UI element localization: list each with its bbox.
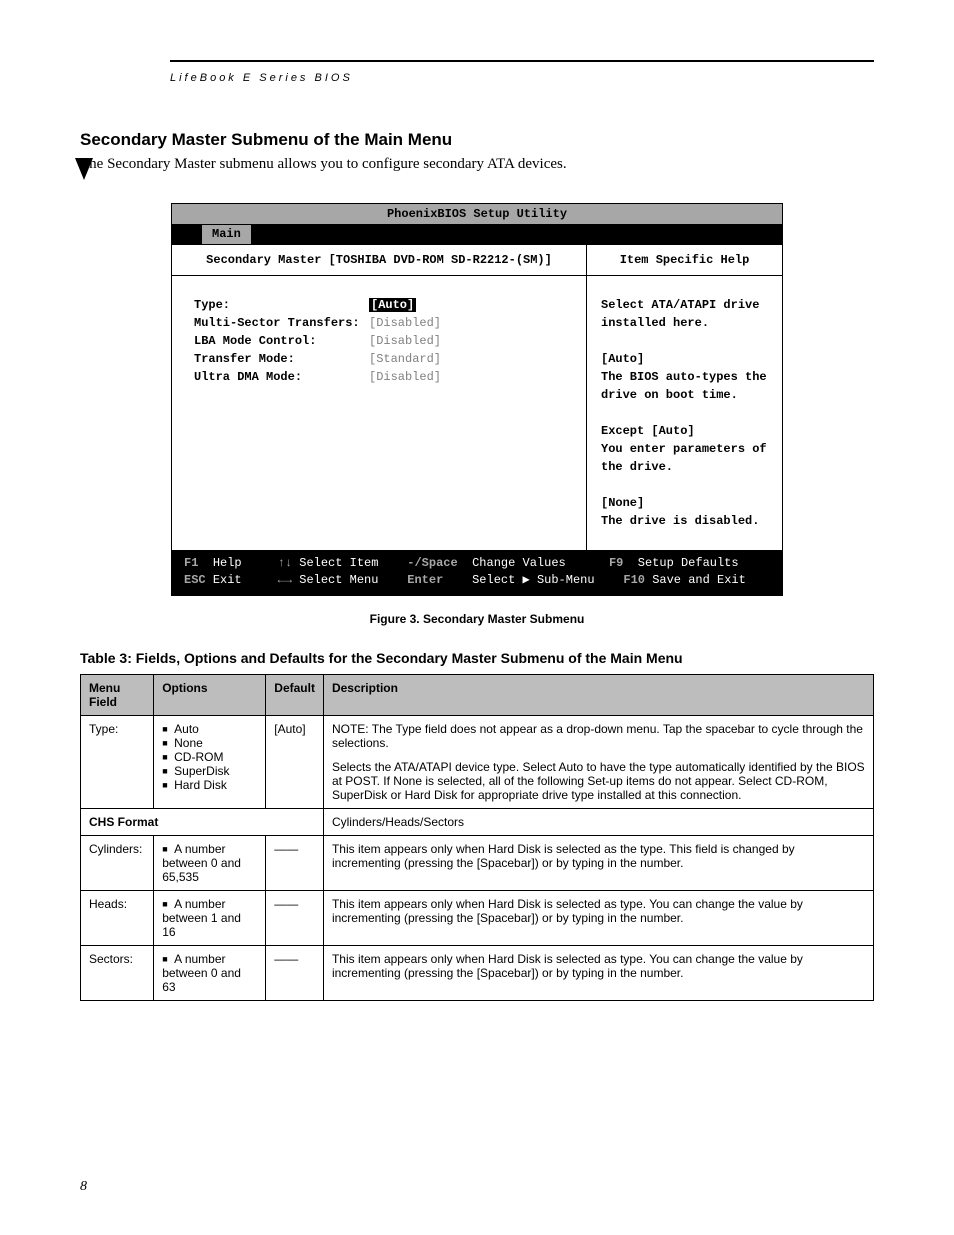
figure-caption: Figure 3. Secondary Master Submenu: [80, 612, 874, 626]
intro-paragraph: The Secondary Master submenu allows you …: [80, 156, 874, 173]
bios-screenshot: PhoenixBIOS Setup Utility Main Secondary…: [171, 203, 783, 596]
table-options-cell: A number between 1 and 16: [154, 890, 266, 945]
bios-field-label: Type:: [194, 296, 369, 314]
table-header-cell: Options: [154, 674, 266, 715]
running-header: LifeBook E Series BIOS: [170, 60, 874, 90]
table-options-cell: A number between 0 and 65,535: [154, 835, 266, 890]
bios-help-line: The drive is disabled.: [601, 512, 768, 530]
bios-help-line: [601, 476, 768, 494]
table-option-item: Auto: [162, 722, 257, 736]
bios-footer-line2: ESC Exit ←→ Select Menu Enter Select ▶ S…: [184, 572, 770, 589]
options-table: Menu FieldOptionsDefaultDescription Type…: [80, 674, 874, 1001]
bios-field-label: Multi-Sector Transfers:: [194, 314, 369, 332]
bios-help-line: Select ATA/ATAPI drive: [601, 296, 768, 314]
table-option-item: A number between 1 and 16: [162, 897, 257, 939]
table-row: Heads:A number between 1 and 16——This it…: [81, 890, 874, 945]
bios-fields: Type:[Auto]Multi-Sector Transfers:[Disab…: [172, 276, 586, 536]
table-field-cell: Cylinders:: [81, 835, 154, 890]
table-row: Type:AutoNoneCD-ROMSuperDiskHard Disk[Au…: [81, 715, 874, 808]
table-default-cell: ——: [266, 835, 324, 890]
table-row: Cylinders:A number between 0 and 65,535—…: [81, 835, 874, 890]
bios-help-line: [601, 404, 768, 422]
table-option-item: A number between 0 and 63: [162, 952, 257, 994]
table-description-cell: This item appears only when Hard Disk is…: [323, 945, 873, 1000]
bios-help-line: You enter parameters of: [601, 440, 768, 458]
table-options-cell: A number between 0 and 63: [154, 945, 266, 1000]
table-field-cell: Sectors:: [81, 945, 154, 1000]
bios-help-line: The BIOS auto-types the: [601, 368, 768, 386]
bios-help-line: [None]: [601, 494, 768, 512]
bios-field-label: LBA Mode Control:: [194, 332, 369, 350]
table-section-cell: CHS Format: [81, 808, 324, 835]
bios-field-label: Transfer Mode:: [194, 350, 369, 368]
table-header-cell: Default: [266, 674, 324, 715]
table-header-cell: Menu Field: [81, 674, 154, 715]
bios-footer-line1: F1 Help ↑↓ Select Item -/Space Change Va…: [184, 555, 770, 572]
table-option-item: None: [162, 736, 257, 750]
bios-field-row: Ultra DMA Mode:[Disabled]: [194, 368, 576, 386]
header-arrow-icon: [75, 158, 93, 180]
bios-field-value: [Disabled]: [369, 332, 441, 350]
bios-field-row: Type:[Auto]: [194, 296, 576, 314]
bios-help-line: Except [Auto]: [601, 422, 768, 440]
table-field-cell: Heads:: [81, 890, 154, 945]
bios-field-value: [Auto]: [369, 296, 416, 314]
table-description-cell: This item appears only when Hard Disk is…: [323, 890, 873, 945]
table-section-desc: Cylinders/Heads/Sectors: [323, 808, 873, 835]
table-field-cell: Type:: [81, 715, 154, 808]
table-options-cell: AutoNoneCD-ROMSuperDiskHard Disk: [154, 715, 266, 808]
bios-help-line: [Auto]: [601, 350, 768, 368]
bios-field-row: Multi-Sector Transfers:[Disabled]: [194, 314, 576, 332]
table-option-item: SuperDisk: [162, 764, 257, 778]
table-default-cell: [Auto]: [266, 715, 324, 808]
bios-help-text: Select ATA/ATAPI driveinstalled here. [A…: [587, 276, 782, 550]
table-default-cell: ——: [266, 945, 324, 1000]
table-default-cell: ——: [266, 890, 324, 945]
table-description-cell: This item appears only when Hard Disk is…: [323, 835, 873, 890]
bios-field-row: Transfer Mode:[Standard]: [194, 350, 576, 368]
bios-footer: F1 Help ↑↓ Select Item -/Space Change Va…: [172, 551, 782, 595]
bios-field-value: [Standard]: [369, 350, 441, 368]
table-row: CHS FormatCylinders/Heads/Sectors: [81, 808, 874, 835]
bios-help-line: [601, 332, 768, 350]
bios-menubar: Main: [172, 225, 782, 245]
table-description-cell: NOTE: The Type field does not appear as …: [323, 715, 873, 808]
bios-help-line: drive on boot time.: [601, 386, 768, 404]
section-title: Secondary Master Submenu of the Main Men…: [80, 130, 874, 150]
running-header-text: LifeBook E Series BIOS: [170, 72, 353, 84]
page-number: 8: [80, 1179, 87, 1195]
table-row: Sectors:A number between 0 and 63——This …: [81, 945, 874, 1000]
table-option-item: Hard Disk: [162, 778, 257, 792]
bios-left-panel: Secondary Master [TOSHIBA DVD-ROM SD-R22…: [172, 245, 587, 550]
bios-field-row: LBA Mode Control:[Disabled]: [194, 332, 576, 350]
bios-tab-main: Main: [202, 225, 251, 244]
bios-field-label: Ultra DMA Mode:: [194, 368, 369, 386]
table-option-item: CD-ROM: [162, 750, 257, 764]
table-header-cell: Description: [323, 674, 873, 715]
bios-left-header: Secondary Master [TOSHIBA DVD-ROM SD-R22…: [172, 245, 586, 276]
table-option-item: A number between 0 and 65,535: [162, 842, 257, 884]
bios-right-header: Item Specific Help: [587, 245, 782, 276]
bios-title: PhoenixBIOS Setup Utility: [172, 204, 782, 225]
bios-field-value: [Disabled]: [369, 314, 441, 332]
bios-right-panel: Item Specific Help Select ATA/ATAPI driv…: [587, 245, 782, 550]
bios-help-line: the drive.: [601, 458, 768, 476]
bios-field-value: [Disabled]: [369, 368, 441, 386]
table-title: Table 3: Fields, Options and Defaults fo…: [80, 650, 874, 666]
bios-help-line: installed here.: [601, 314, 768, 332]
